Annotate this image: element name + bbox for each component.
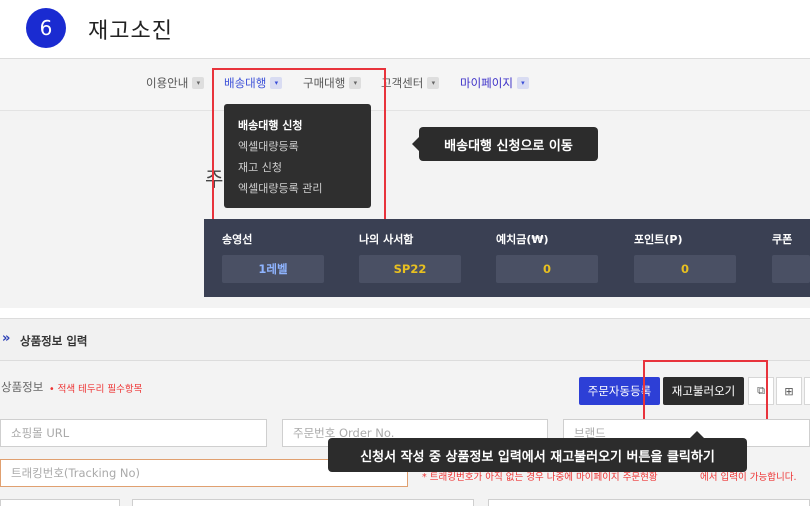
required-note: • 적색 테두리 필수항목 xyxy=(49,384,143,395)
nav-item-mypage[interactable]: 마이페이지 ▾ xyxy=(460,75,529,91)
highlight-box-button xyxy=(643,360,768,422)
stat-deposit-value: 0 xyxy=(496,255,598,283)
stat-coupon-value xyxy=(772,255,810,283)
stat-deposit: 예치금(₩) 0 xyxy=(496,231,598,283)
highlight-box-menu xyxy=(212,68,386,221)
step-header: 6 재고소진 xyxy=(0,0,810,58)
step-title: 재고소진 xyxy=(88,19,173,44)
account-stats-bar: 송영선 1레벨 나의 사서함 SP22 예치금(₩) 0 포인트(P) 0 쿠폰 xyxy=(204,219,810,297)
section-header: » 상품정보 입력 xyxy=(0,319,810,361)
stat-mailbox: 나의 사서함 SP22 xyxy=(359,231,461,283)
double-chevron-icon: » xyxy=(2,331,11,346)
plus-icon[interactable]: ⊞ xyxy=(776,377,802,405)
mall-url-input[interactable]: 쇼핑몰 URL xyxy=(0,419,267,447)
tooltip-arrow xyxy=(690,431,704,438)
nav-item-guide[interactable]: 이용안내 ▾ xyxy=(146,75,205,91)
screenshot-product-info: » 상품정보 입력 상품정보 • 적색 테두리 필수항목 주문자동등록 재고불러… xyxy=(0,318,810,506)
screenshot-navigation: 이용안내 ▾ 배송대행 ▾ 구매대행 ▾ 고객센터 ▾ 마이페이지 ▾ 주 배송… xyxy=(0,58,810,308)
chevron-down-icon: ▾ xyxy=(427,77,440,89)
row-field-2[interactable] xyxy=(132,499,474,506)
product-info-label: 상품정보 xyxy=(1,380,44,394)
stat-mailbox-value: SP22 xyxy=(359,255,461,283)
extra-icon[interactable] xyxy=(804,377,810,405)
row-field-3[interactable] xyxy=(488,499,810,506)
nav-item-support[interactable]: 고객센터 ▾ xyxy=(381,75,440,91)
tooltip-arrow xyxy=(412,137,419,151)
stat-member-level: 1레벨 xyxy=(222,255,324,283)
chevron-down-icon: ▾ xyxy=(516,77,529,89)
tooltip-click-load-stock: 신청서 작성 중 상품정보 입력에서 재고불러오기 버튼을 클릭하기 xyxy=(328,431,747,472)
chevron-down-icon: ▾ xyxy=(192,77,205,89)
section-title: 상품정보 입력 xyxy=(20,334,88,348)
stat-points: 포인트(P) 0 xyxy=(634,231,736,283)
stat-member: 송영선 1레벨 xyxy=(222,231,324,283)
stat-points-value: 0 xyxy=(634,255,736,283)
tooltip-go-shipping-request: 배송대행 신청으로 이동 xyxy=(412,127,598,161)
stat-coupon: 쿠폰 xyxy=(772,231,810,283)
top-navigation: 이용안내 ▾ 배송대행 ▾ 구매대행 ▾ 고객센터 ▾ 마이페이지 ▾ xyxy=(0,59,810,111)
step-number-badge: 6 xyxy=(26,8,66,48)
row-field-1[interactable] xyxy=(0,499,120,506)
